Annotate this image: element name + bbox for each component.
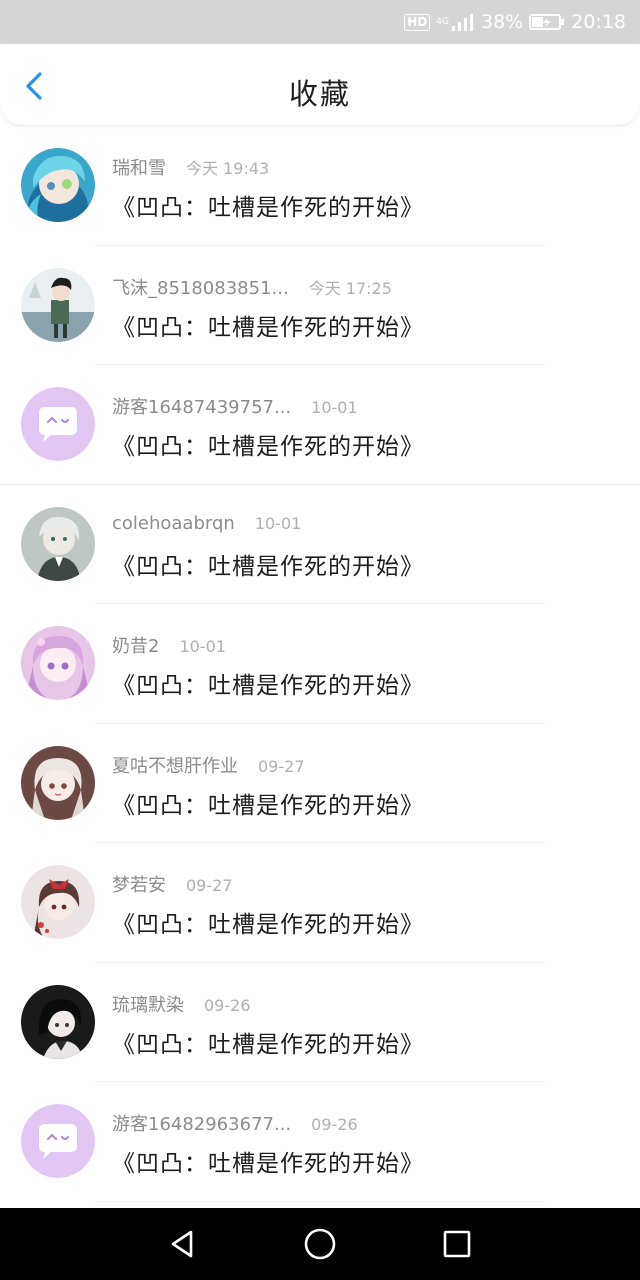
battery-percent: 38%	[481, 11, 524, 33]
timestamp: 10-01	[179, 637, 226, 656]
list-item[interactable]: 夏咕不想肝作业 09-27 《凹凸：吐槽是作死的开始》	[0, 724, 640, 843]
username[interactable]: 夏咕不想肝作业	[112, 752, 238, 778]
list-item[interactable]: 梦若安 09-27 《凹凸：吐槽是作死的开始》	[0, 843, 640, 963]
post-title[interactable]: 《凹凸：吐槽是作死的开始》	[112, 547, 424, 581]
recents-square-icon	[444, 1230, 471, 1258]
network-type: 4G	[436, 16, 449, 27]
default-chat-avatar[interactable]	[21, 1104, 95, 1178]
status-bar: HD 4G 38% 20:18	[0, 0, 640, 44]
back-triangle-icon	[171, 1230, 192, 1258]
favorites-list: 瑞和雪 今天 19:43 《凹凸：吐槽是作死的开始》 飞沫_8518083851…	[0, 126, 640, 1202]
post-title[interactable]: 《凹凸：吐槽是作死的开始》	[112, 188, 424, 222]
username[interactable]: 梦若安	[112, 871, 166, 897]
hd-icon: HD	[404, 13, 431, 31]
nav-home-button[interactable]	[290, 1214, 350, 1274]
post-title[interactable]: 《凹凸：吐槽是作死的开始》	[112, 1025, 424, 1059]
post-title[interactable]: 《凹凸：吐槽是作死的开始》	[112, 308, 424, 342]
battery-icon	[529, 13, 565, 31]
avatar[interactable]	[21, 984, 95, 1059]
post-title[interactable]: 《凹凸：吐槽是作死的开始》	[112, 786, 424, 820]
list-item[interactable]: 奶昔2 10-01 《凹凸：吐槽是作死的开始》	[0, 604, 640, 724]
list-item[interactable]: colehoaabrqn 10-01 《凹凸：吐槽是作死的开始》	[0, 485, 640, 604]
timestamp: 今天 17:25	[308, 278, 392, 298]
avatar[interactable]	[21, 506, 95, 581]
signal-icon	[452, 14, 473, 31]
post-title[interactable]: 《凹凸：吐槽是作死的开始》	[112, 905, 424, 939]
timestamp: 10-01	[254, 513, 302, 533]
avatar[interactable]	[21, 267, 95, 342]
divider	[95, 1200, 545, 1202]
username[interactable]: 飞沫_8518083851...	[112, 274, 289, 300]
username[interactable]: colehoaabrqn	[112, 513, 235, 534]
page-title: 收藏	[288, 77, 351, 111]
avatar[interactable]	[21, 745, 95, 820]
post-title[interactable]: 《凹凸：吐槽是作死的开始》	[112, 1144, 424, 1178]
username[interactable]: 奶昔2	[112, 632, 159, 658]
timestamp: 09-26	[204, 995, 251, 1015]
timestamp: 10-01	[311, 398, 358, 417]
list-item[interactable]: 飞沫_8518083851... 今天 17:25 《凹凸：吐槽是作死的开始》	[0, 246, 640, 365]
timestamp: 今天 19:43	[186, 159, 270, 178]
nav-recents-button[interactable]	[427, 1214, 487, 1274]
default-chat-avatar[interactable]	[21, 387, 95, 461]
clock: 20:18	[571, 11, 626, 33]
list-item[interactable]: 游客16482963677... 09-26 《凹凸：吐槽是作死的开始》	[0, 1082, 640, 1202]
home-circle-icon	[304, 1228, 336, 1260]
timestamp: 09-26	[311, 1115, 358, 1134]
timestamp: 09-27	[186, 876, 233, 895]
list-item[interactable]: 琉璃默染 09-26 《凹凸：吐槽是作死的开始》	[0, 963, 640, 1082]
username[interactable]: 瑞和雪	[112, 154, 166, 180]
app-header: 收藏	[0, 44, 640, 126]
avatar[interactable]	[21, 148, 95, 222]
system-nav-bar	[0, 1208, 640, 1280]
post-title[interactable]: 《凹凸：吐槽是作死的开始》	[112, 666, 424, 700]
timestamp: 09-27	[258, 756, 305, 776]
username[interactable]: 游客16482963677...	[112, 1110, 291, 1136]
username[interactable]: 琉璃默染	[112, 991, 184, 1017]
avatar[interactable]	[21, 626, 95, 700]
post-title[interactable]: 《凹凸：吐槽是作死的开始》	[112, 427, 424, 461]
nav-back-button[interactable]	[153, 1214, 213, 1274]
username[interactable]: 游客16487439757...	[112, 393, 291, 419]
avatar[interactable]	[21, 865, 95, 939]
list-item[interactable]: 瑞和雪 今天 19:43 《凹凸：吐槽是作死的开始》	[0, 126, 640, 246]
list-item[interactable]: 游客16487439757... 10-01 《凹凸：吐槽是作死的开始》	[0, 365, 640, 485]
